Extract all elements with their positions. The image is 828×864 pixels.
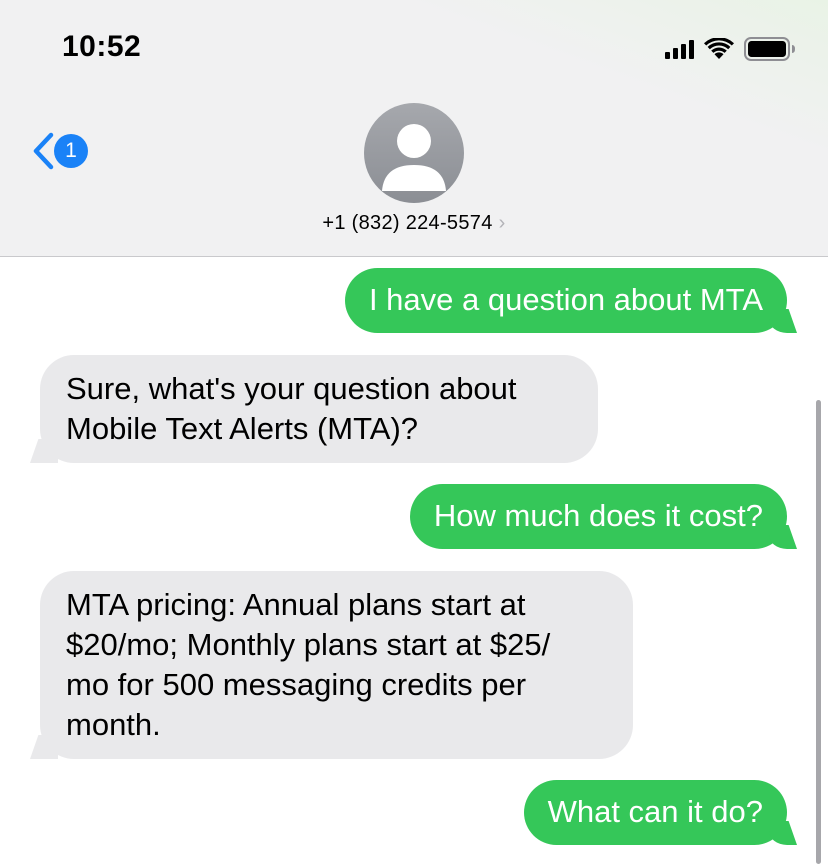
status-time: 10:52 [62, 30, 142, 63]
contact-name: +1 (832) 224-5574 [322, 212, 493, 234]
outgoing-message[interactable]: What can it do? [523, 780, 787, 845]
incoming-message[interactable]: Sure, what's your question about Mobile … [40, 355, 598, 463]
signal-icon [665, 39, 694, 59]
contact-info-button[interactable]: +1 (832) 224-5574 › [0, 212, 828, 235]
battery-icon [744, 37, 795, 61]
back-button[interactable]: 1 [30, 132, 88, 170]
scrollbar[interactable] [816, 400, 821, 864]
outgoing-message[interactable]: How much does it cost? [409, 484, 787, 549]
contact-avatar[interactable] [364, 103, 464, 203]
messages-screen: 10:52 1 +1 (832) 224-5574 › I have a que… [0, 0, 828, 864]
conversation-header: 10:52 1 +1 (832) 224-5574 › [0, 0, 828, 257]
incoming-message[interactable]: MTA pricing: Annual plans start at $20/m… [40, 571, 633, 759]
back-chevron-icon [33, 132, 54, 170]
contact-avatar-icon [382, 124, 446, 191]
chevron-right-icon: › [498, 212, 506, 234]
message-list[interactable]: I have a question about MTA Sure, what's… [0, 257, 828, 864]
status-icons [665, 36, 796, 62]
outgoing-message[interactable]: I have a question about MTA [344, 268, 787, 333]
unread-count-badge: 1 [54, 134, 88, 168]
wifi-icon [704, 38, 734, 59]
